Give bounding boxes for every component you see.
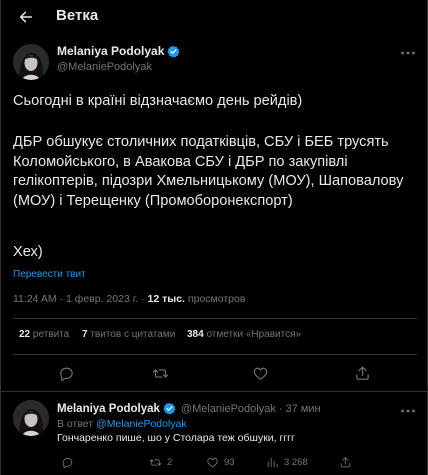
more-options-button[interactable]: [399, 46, 417, 60]
more-icon: [401, 51, 415, 55]
back-button[interactable]: [15, 6, 37, 28]
tweet-text-line: Сьогодні в країні відзначаємо день рейді…: [13, 93, 303, 109]
retweet-button[interactable]: 2: [149, 456, 172, 469]
reply-icon: [62, 458, 73, 469]
retweets-label: ретвита: [32, 329, 70, 340]
meta-separator: ·: [59, 293, 64, 305]
author-handle[interactable]: @MelaniePodolyak: [181, 403, 276, 415]
thread-column: Ветка Melaniya Podolyak @MelaniePodolyak…: [0, 0, 428, 475]
reply-prefix: В ответ: [57, 418, 94, 430]
back-arrow-icon: [19, 11, 33, 23]
share-icon: [340, 457, 351, 468]
retweet-button[interactable]: [151, 364, 169, 382]
quotes-count: 7: [82, 329, 88, 340]
avatar-image: [13, 400, 49, 436]
tweet-text-paragraph: ДБР обшукує столичних податківців, СБУ і…: [13, 134, 404, 209]
avatar[interactable]: [13, 44, 49, 80]
like-icon: [253, 367, 267, 380]
divider: [13, 318, 417, 319]
header-bar: Ветка: [1, 0, 428, 34]
retweets-count: 22: [19, 329, 31, 340]
views-icon: [267, 457, 278, 468]
reply-text: Гончаренко пише, шо у Столара теж обшуки…: [57, 432, 295, 444]
translate-link[interactable]: Перевести твит: [13, 269, 86, 280]
verified-badge-icon: [167, 45, 180, 57]
views-count: 12 тыс.: [147, 293, 185, 305]
like-count: 93: [224, 457, 235, 468]
views-label: просмотров: [187, 293, 246, 305]
like-button[interactable]: 93: [206, 456, 235, 469]
like-button[interactable]: [251, 364, 269, 382]
meta-separator: ·: [141, 293, 145, 305]
divider: [1, 391, 428, 392]
views-count: 3 268: [284, 457, 308, 468]
tweet-text-line: Хех): [13, 244, 43, 260]
author-handle[interactable]: @MelaniePodolyak: [57, 61, 152, 73]
retweets-stat[interactable]: 22 ретвита: [19, 329, 69, 340]
quotes-label: твитов с цитатами: [90, 329, 176, 340]
author-name[interactable]: Melaniya Podolyak: [57, 44, 164, 58]
author-row: Melaniya Podolyak: [57, 44, 180, 58]
page-title: Ветка: [56, 7, 99, 24]
likes-count: 384: [187, 329, 204, 340]
likes-stat[interactable]: 384 отметки «Нравится»: [187, 329, 301, 340]
retweet-count: 2: [167, 457, 173, 468]
retweet-icon: [149, 459, 162, 466]
reply-button[interactable]: [61, 456, 74, 469]
avatar[interactable]: [13, 400, 49, 436]
meta-separator: ·: [278, 402, 283, 415]
tweet-date[interactable]: 1 февр. 2023 г.: [66, 293, 138, 305]
verified-badge-icon: [163, 402, 176, 415]
reply-button[interactable]: [57, 364, 75, 382]
like-icon: [207, 458, 218, 468]
tweet-time[interactable]: 37 мин: [286, 403, 321, 415]
quotes-stat[interactable]: 7 твитов с цитатами: [82, 329, 175, 340]
reply-to-link[interactable]: @MelaniePodolyak: [96, 418, 187, 430]
share-button[interactable]: [339, 456, 352, 469]
likes-label: отметки «Нравится»: [206, 329, 302, 340]
retweet-icon: [152, 368, 168, 378]
tweet-meta: 11:24 AM · 1 февр. 2023 г. · 12 тыс. про…: [13, 293, 245, 305]
reply-author-row: Melaniya Podolyak @MelaniePodolyak · 37 …: [57, 402, 321, 415]
more-options-button[interactable]: [399, 404, 417, 418]
reply-icon: [59, 367, 73, 381]
author-name[interactable]: Melaniya Podolyak: [57, 403, 160, 415]
share-button[interactable]: [353, 364, 371, 382]
divider: [13, 354, 417, 355]
tweet-time[interactable]: 11:24 AM: [13, 293, 57, 305]
share-icon: [355, 366, 369, 380]
more-icon: [401, 409, 415, 413]
views-button[interactable]: 3 268: [266, 456, 308, 469]
avatar-image: [13, 44, 49, 80]
reply-to-line: В ответ @MelaniePodolyak: [57, 418, 187, 430]
